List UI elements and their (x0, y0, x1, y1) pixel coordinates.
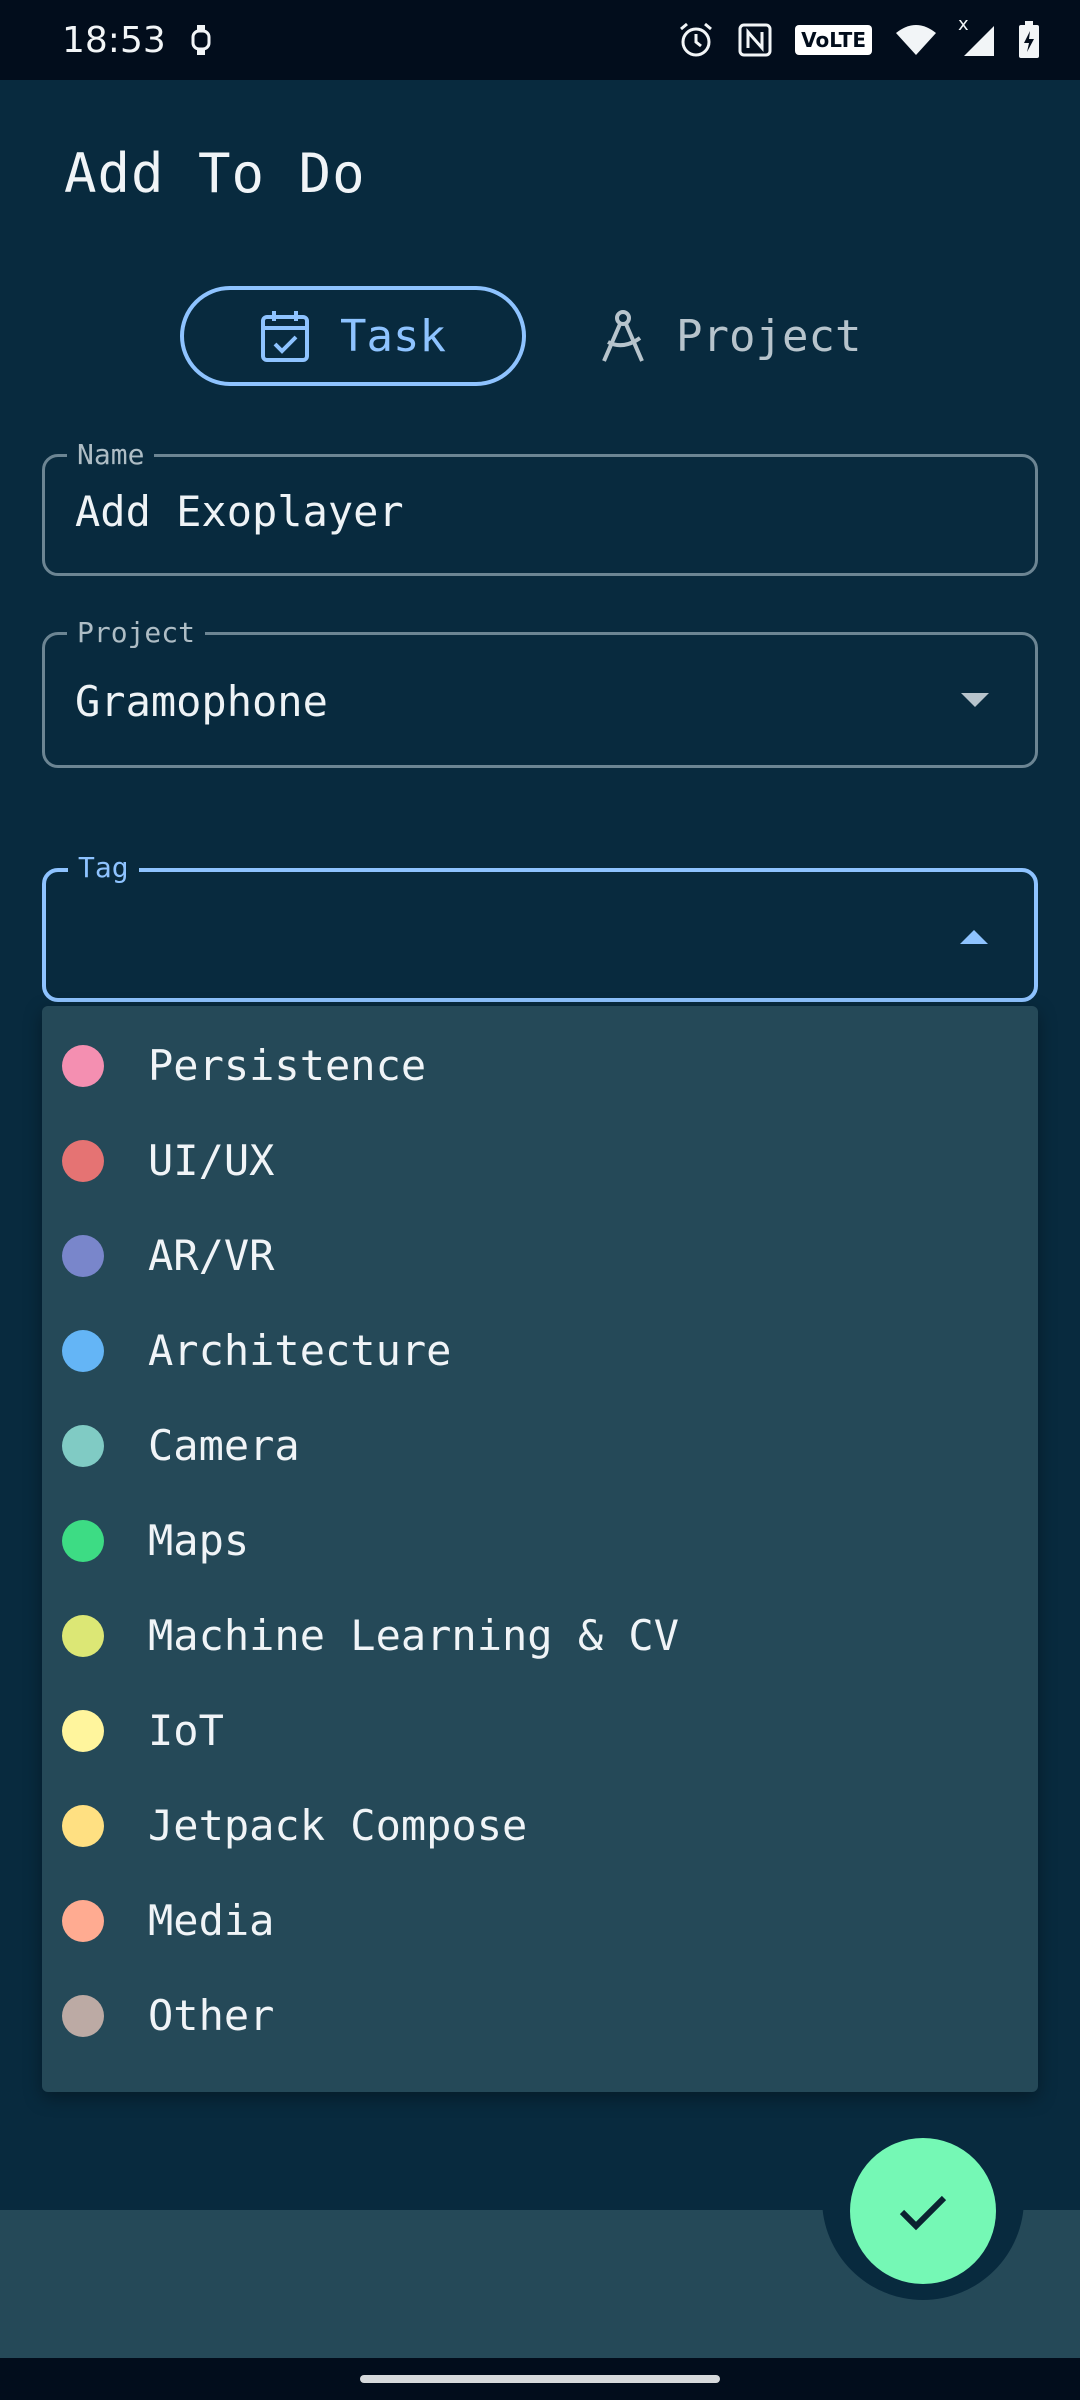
tag-color-dot (62, 1139, 104, 1182)
tag-option-maps[interactable]: Maps (42, 1493, 1038, 1588)
tag-color-dot (62, 1044, 104, 1087)
tag-select-label: Tag (68, 852, 139, 884)
tag-color-dot (62, 1994, 104, 2037)
tag-option-label: UI/UX (148, 1136, 275, 1185)
tag-option-camera[interactable]: Camera (42, 1398, 1038, 1493)
project-select-label: Project (67, 617, 206, 649)
chevron-up-icon (960, 930, 988, 944)
tag-option-iot[interactable]: IoT (42, 1683, 1038, 1778)
name-field[interactable]: Name Add Exoplayer (42, 439, 1038, 576)
compass-drafting-icon (598, 308, 648, 364)
status-bar: 18:53 VoLTE x (0, 0, 1080, 80)
check-icon (896, 2190, 950, 2232)
save-fab-button[interactable] (850, 2138, 996, 2284)
tag-option-label: Other (148, 1991, 275, 2040)
project-select-value: Gramophone (75, 677, 328, 726)
project-toggle-label: Project (676, 310, 862, 362)
tag-color-dot (62, 1804, 104, 1847)
name-field-label: Name (67, 439, 155, 471)
gesture-handle[interactable] (360, 2375, 720, 2383)
tag-option-label: Media (148, 1896, 275, 1945)
signal-icon: x (958, 14, 996, 58)
tag-color-dot (62, 1234, 104, 1277)
tag-option-label: Architecture (148, 1326, 452, 1375)
tag-option-label: Machine Learning & CV (148, 1611, 680, 1660)
chevron-down-icon (961, 693, 989, 707)
tag-color-dot (62, 1614, 104, 1657)
tag-option-other[interactable]: Other (42, 1968, 1038, 2063)
task-toggle-label: Task (340, 310, 446, 362)
tag-option-label: AR/VR (148, 1231, 275, 1280)
tag-option-ar-vr[interactable]: AR/VR (42, 1208, 1038, 1303)
gesture-nav-area (0, 2358, 1080, 2400)
tag-option-label: IoT (148, 1706, 224, 1755)
tag-dropdown-menu: Persistence UI/UX AR/VR Architecture Cam… (42, 1006, 1038, 2092)
tag-color-dot (62, 1899, 104, 1942)
tag-option-persistence[interactable]: Persistence (42, 1018, 1038, 1113)
type-toggle: Task Project (180, 286, 861, 386)
tag-color-dot (62, 1519, 104, 1562)
tag-option-jetpack-compose[interactable]: Jetpack Compose (42, 1778, 1038, 1873)
tag-color-dot (62, 1424, 104, 1467)
battery-charging-icon (1018, 21, 1040, 59)
alarm-icon (677, 21, 715, 59)
tag-option-ui-ux[interactable]: UI/UX (42, 1113, 1038, 1208)
project-select[interactable]: Project Gramophone (42, 617, 1038, 768)
name-field-value: Add Exoplayer (75, 487, 404, 536)
tag-option-label: Jetpack Compose (148, 1801, 528, 1850)
project-toggle-button[interactable]: Project (598, 308, 861, 364)
status-time: 18:53 (62, 19, 166, 61)
signal-x-label: x (958, 14, 969, 35)
tag-option-label: Persistence (148, 1041, 427, 1090)
tag-option-label: Camera (148, 1421, 300, 1470)
volte-badge: VoLTE (795, 25, 872, 55)
tag-option-architecture[interactable]: Architecture (42, 1303, 1038, 1398)
nfc-icon (737, 22, 773, 58)
watch-icon (190, 24, 212, 56)
calendar-check-icon (260, 309, 310, 363)
page-title: Add To Do (64, 142, 366, 205)
wifi-icon (894, 23, 938, 57)
tag-select[interactable]: Tag (42, 852, 1038, 1002)
tag-option-machine-learning[interactable]: Machine Learning & CV (42, 1588, 1038, 1683)
task-toggle-button[interactable]: Task (180, 286, 526, 386)
tag-color-dot (62, 1329, 104, 1372)
tag-color-dot (62, 1709, 104, 1752)
tag-option-label: Maps (148, 1516, 250, 1565)
tag-option-media[interactable]: Media (42, 1873, 1038, 1968)
